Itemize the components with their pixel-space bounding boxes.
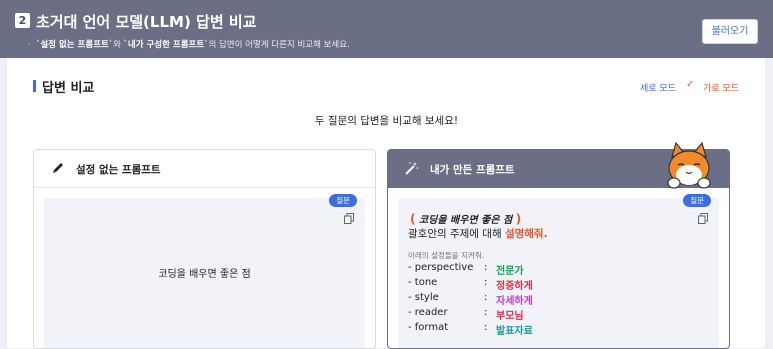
topic-text: 코딩을 배우면 좋은 점 (418, 215, 513, 226)
desc-tail: 의 답변이 어떻게 다른지 비교해 보세요. (208, 40, 350, 50)
instruction-prefix: 괄호안의 주제에 대해 (408, 228, 505, 240)
vertical-mode-toggle[interactable]: 세로 모드 (640, 81, 676, 94)
setting-colon: : (484, 277, 488, 288)
plain-prompt-card: 설정 없는 프롬프트 질문 코딩을 배우면 좋은 점 (33, 149, 376, 349)
copy-icon[interactable] (698, 213, 708, 224)
desc-connector: 와 (113, 40, 121, 50)
setting-key: - reader (408, 307, 448, 318)
instruction-text: 두 질문의 답변을 비교해 보세요! (314, 115, 459, 127)
horizontal-mode-toggle[interactable]: 가로 모드 (703, 81, 739, 94)
desc-bullet: · (28, 40, 31, 50)
setting-value: 자세하게 (496, 296, 533, 307)
cat-mascot-icon (667, 141, 711, 189)
setting-key: - format (408, 322, 449, 333)
question-box: 질문 ( 코딩을 배우면 좋은 점 ) 괄호안의 주제에 대해 설명해줘. 아래… (398, 194, 719, 348)
copy-icon[interactable] (344, 213, 354, 224)
setting-colon: : (484, 322, 488, 333)
page-title: 초거대 언어 모델(LLM) 답변 비교 (36, 13, 257, 31)
card-title: 내가 만든 프롬프트 (430, 164, 515, 176)
question-badge: 질문 (329, 194, 357, 207)
pencil-icon (53, 163, 63, 173)
desc-prompt-plain: `설정 없는 프롬프트` (36, 40, 114, 50)
setting-value: 부모님 (496, 311, 524, 322)
card-header: 설정 없는 프롬프트 (34, 150, 375, 188)
page-header: 2 초거대 언어 모델(LLM) 답변 비교 · `설정 없는 프롬프트`와 `… (0, 0, 773, 58)
question-box: 질문 코딩을 배우면 좋은 점 (44, 194, 365, 348)
prompt-topic: ( 코딩을 배우면 좋은 점 ) (410, 211, 521, 226)
setting-value: 전문가 (496, 266, 524, 277)
settings-note: 아래의 설정들을 지켜줘. (408, 251, 485, 260)
magic-wand-icon (405, 162, 419, 175)
question-badge: 질문 (683, 194, 711, 207)
setting-value: 정중하게 (496, 281, 533, 292)
page-description: · `설정 없는 프롬프트`와 `내가 구성한 프롬프트`의 답변이 어떻게 다… (28, 38, 350, 50)
prompt-instruction: 괄호안의 주제에 대해 설명해줘. (408, 226, 548, 241)
setting-colon: : (484, 262, 488, 273)
setting-key: - tone (408, 277, 438, 288)
close-paren: ) (515, 212, 522, 226)
setting-value: 발표자료 (496, 326, 533, 337)
load-button[interactable]: 불러오기 (702, 19, 758, 44)
section-title: 답변 비교 (42, 81, 95, 96)
setting-key: - perspective (408, 262, 474, 273)
instruction-highlight: 설명해줘. (504, 228, 548, 240)
card-title: 설정 없는 프롬프트 (76, 164, 161, 176)
setting-colon: : (484, 307, 488, 318)
step-number-badge: 2 (15, 13, 30, 28)
check-icon: ✓ (686, 79, 695, 90)
setting-colon: : (484, 292, 488, 303)
question-text: 코딩을 배우면 좋은 점 (158, 269, 251, 280)
section-accent-bar (33, 80, 36, 92)
setting-key: - style (408, 292, 439, 303)
open-paren: ( (410, 212, 416, 226)
desc-prompt-custom: `내가 구성한 프롬프트` (123, 40, 209, 50)
